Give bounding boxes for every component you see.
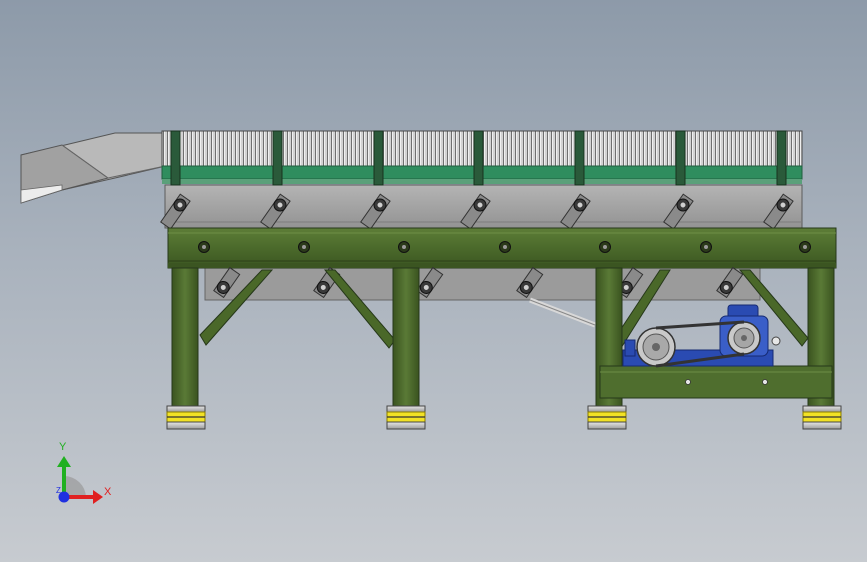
deck-post [473,130,484,186]
isolator [587,405,627,430]
isolator [166,405,206,430]
main-frame-beam [167,227,837,269]
deck-post [675,130,686,186]
x-axis-label: X [104,486,112,498]
z-axis-label: Z [56,486,61,495]
motor-drive [622,304,781,368]
isolator [386,405,426,430]
trough-lower-body [204,267,761,328]
deck-post [373,130,384,186]
deck-post [170,130,181,186]
cad-viewport[interactable]: Y X Z [0,0,867,562]
deck-post [574,130,585,186]
vibration-isolators [166,405,842,430]
model-graphics[interactable] [0,0,867,562]
inlet-chute [20,132,171,204]
coordinate-triad [57,456,103,504]
deck-post [272,130,283,186]
isolator [802,405,842,430]
deck-post [776,130,787,186]
rod-grid-deck [161,130,803,186]
y-axis-label: Y [59,441,67,453]
